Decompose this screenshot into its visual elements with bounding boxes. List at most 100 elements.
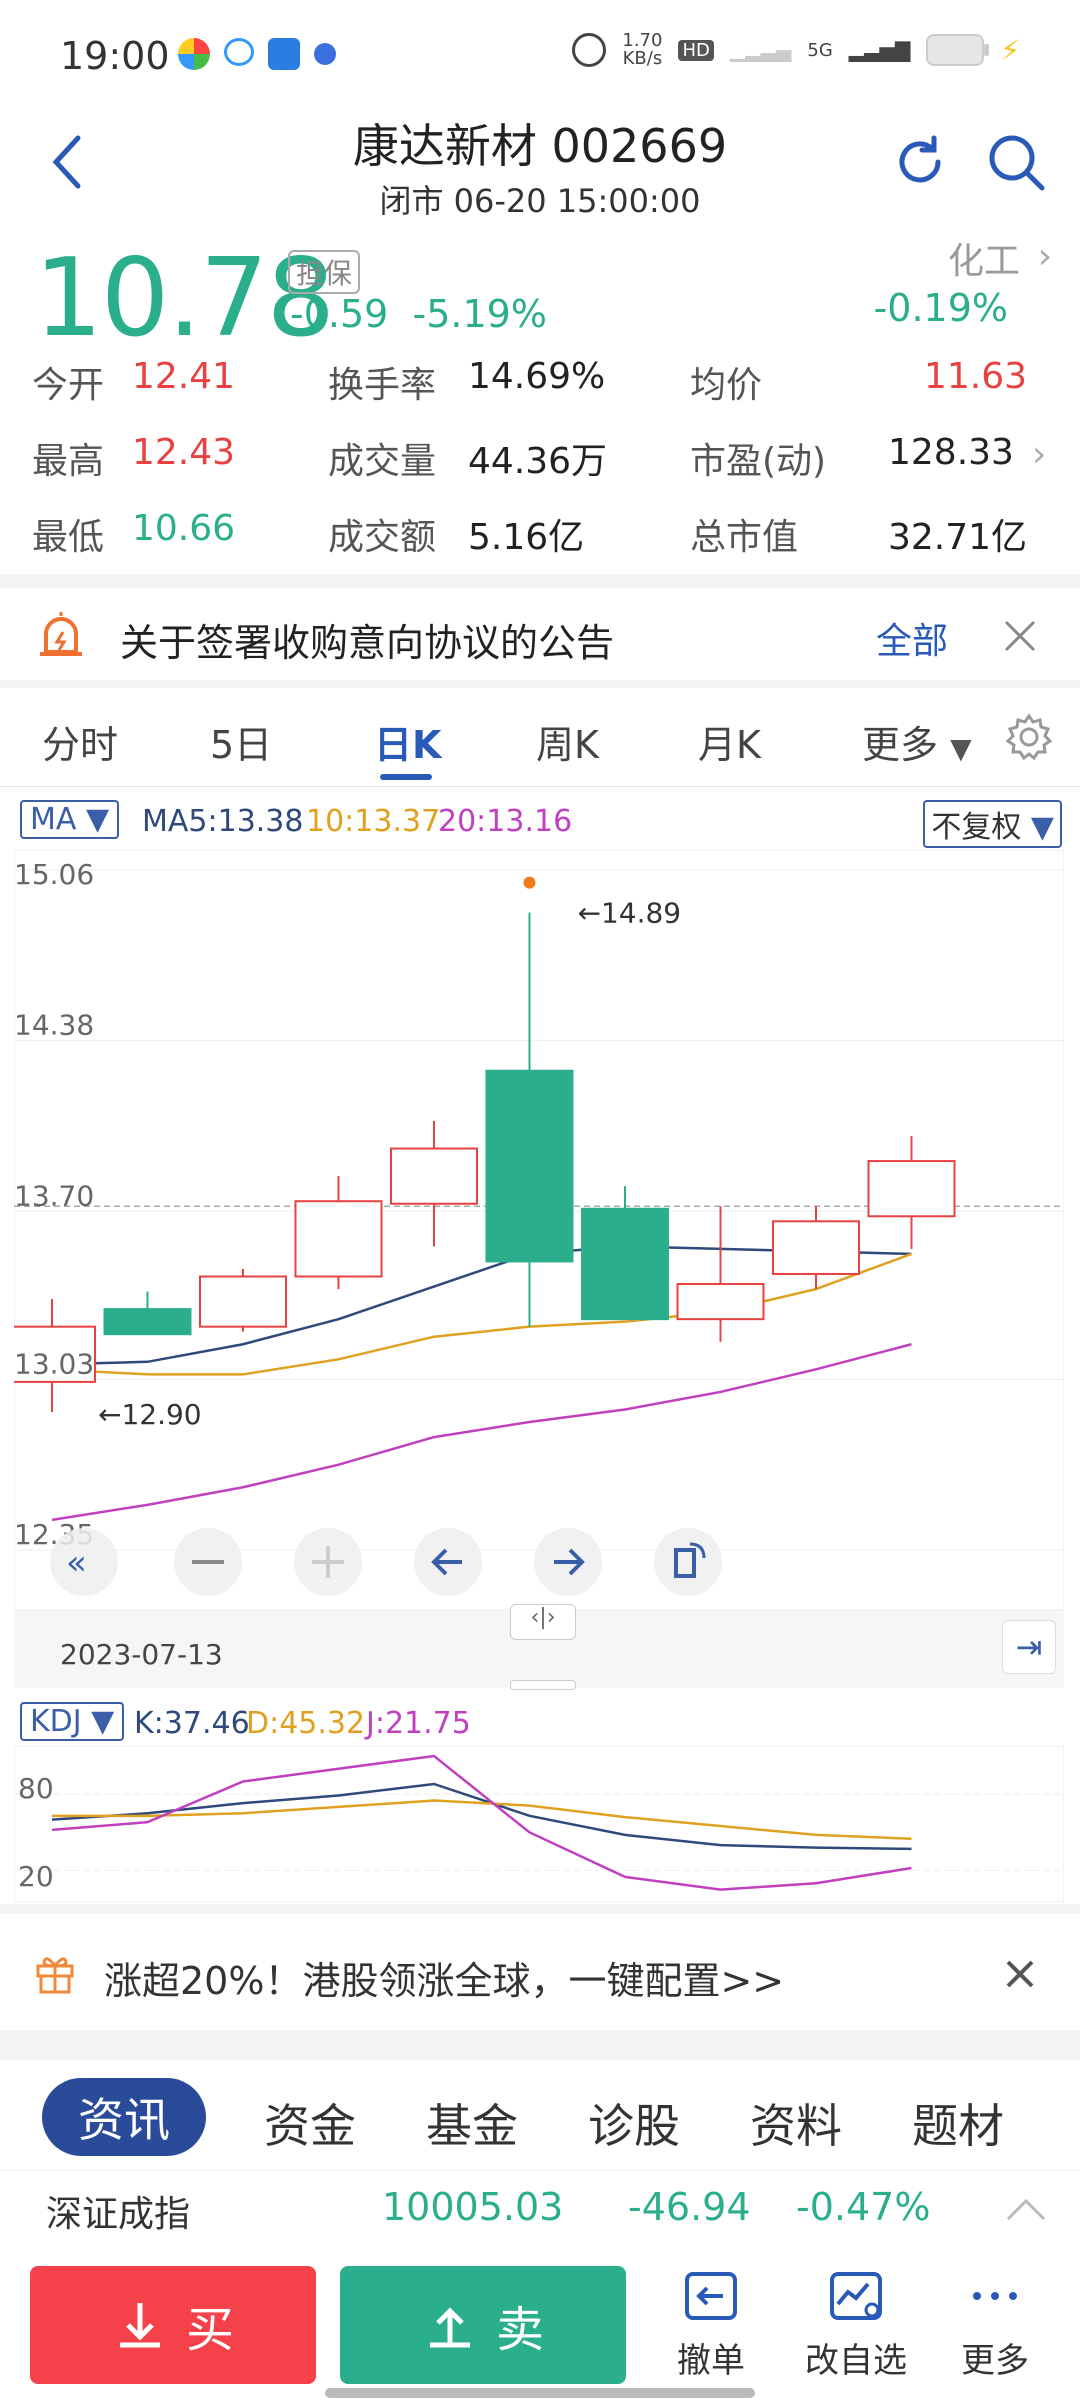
drag-handle-icon[interactable]: ‹|›: [510, 1604, 576, 1640]
change-percent: -5.19%: [412, 292, 547, 336]
more-label: 更多: [961, 2341, 1029, 2381]
candle-body: [676, 1283, 765, 1321]
tab-intraday[interactable]: 分时: [42, 714, 118, 769]
zoom-in-button[interactable]: [294, 1528, 362, 1596]
turnover-label: 换手率: [328, 365, 437, 406]
y-tick-label: 13.70: [14, 1179, 94, 1212]
chevron-right-icon[interactable]: ›: [1032, 434, 1046, 475]
sell-arrow-icon: [429, 2307, 470, 2348]
high-label: 最高: [32, 441, 105, 482]
candle-body: [390, 1147, 478, 1205]
notification-icons: [178, 38, 336, 70]
index-change: -46.94: [628, 2185, 751, 2229]
pan-left-button[interactable]: [414, 1528, 482, 1596]
more-button[interactable]: 更多: [940, 2268, 1050, 2382]
index-value: 10005.03: [382, 2185, 564, 2229]
trade-bar: 买 卖 撤单 改自选 更多: [0, 2250, 1080, 2400]
app-notification-icon: [178, 38, 210, 70]
stats-row: 最低 10.66 成交额 5.16亿 总市值 32.71亿: [0, 508, 1080, 578]
ma10-value: 10:13.37: [306, 804, 441, 839]
charging-icon: ⚡: [1000, 33, 1020, 67]
chat-icon: [224, 38, 254, 66]
cancel-order-button[interactable]: 撤单: [656, 2268, 766, 2382]
tab-themes[interactable]: 题材: [912, 2090, 1004, 2156]
close-icon[interactable]: [1002, 618, 1038, 654]
pan-right-button[interactable]: [534, 1528, 602, 1596]
chevron-up-icon[interactable]: [1004, 2195, 1048, 2223]
divider: [0, 680, 1080, 688]
kdj-tick-20: 20: [18, 1860, 54, 1893]
edit-watchlist-label: 改自选: [805, 2341, 907, 2381]
net-speed: 1.70 KB/s: [622, 32, 662, 68]
price-change: -0.59 -5.19%: [290, 292, 547, 336]
candle-body: [294, 1200, 383, 1278]
sector-name[interactable]: 化工: [948, 232, 1020, 284]
candlestick-chart[interactable]: ←14.89 ←12.90 15.0614.3813.7013.0312.35 …: [14, 850, 1064, 1610]
dropdown-triangle-icon: ▼: [950, 732, 972, 765]
buy-arrow-icon: [119, 2303, 160, 2348]
buy-button[interactable]: 买: [30, 2266, 316, 2384]
svg-text:«: «: [66, 1543, 87, 1583]
tab-funds[interactable]: 基金: [426, 2090, 518, 2156]
sell-button[interactable]: 卖: [340, 2266, 626, 2384]
tab-diagnosis[interactable]: 诊股: [588, 2090, 680, 2156]
tab-daily-k[interactable]: 日K: [374, 714, 441, 769]
sell-label: 卖: [495, 2302, 544, 2358]
tab-weekly-k[interactable]: 周K: [536, 714, 599, 769]
zoom-first-button[interactable]: «: [50, 1528, 118, 1596]
signal-bars-icon: ▂▃▅▇: [848, 38, 911, 62]
y-tick-label: 15.06: [14, 858, 94, 891]
settings-icon[interactable]: [1004, 712, 1054, 762]
max-marker: [523, 876, 536, 889]
tab-more[interactable]: 更多 ▼: [862, 714, 972, 769]
rotate-button[interactable]: [654, 1528, 722, 1596]
tab-news[interactable]: 资讯: [42, 2078, 206, 2156]
zoom-out-button[interactable]: [174, 1528, 242, 1596]
search-icon[interactable]: [986, 132, 1046, 192]
alarm-icon: [572, 33, 607, 67]
bank-icon: [268, 38, 300, 70]
pe-value: 128.33: [888, 432, 1014, 473]
status-time: 19:00: [60, 34, 170, 78]
edit-watchlist-button[interactable]: 改自选: [796, 2268, 916, 2382]
announcement-text[interactable]: 关于签署收购意向协议的公告: [120, 612, 614, 667]
kdj-d-value: D:45.32: [246, 1706, 366, 1741]
ma20-value: 20:13.16: [438, 804, 573, 839]
all-announcements-link[interactable]: 全部: [876, 612, 948, 664]
jump-latest-icon[interactable]: ⇥: [1002, 1620, 1056, 1674]
ma-select[interactable]: MA ▼: [20, 800, 120, 839]
indicator-select-label: KDJ: [30, 1704, 82, 1739]
tab-monthly-k[interactable]: 月K: [698, 714, 761, 769]
low-value: 10.66: [132, 508, 236, 549]
adjust-select-label: 不复权: [931, 810, 1022, 845]
close-icon[interactable]: [1004, 1958, 1036, 1990]
tab-5day[interactable]: 5日: [210, 714, 272, 769]
kdj-chart: 80 20: [14, 1746, 1064, 1902]
period-tabs: 分时 5日 日K 周K 月K 更多 ▼: [0, 690, 1080, 787]
promo-banner[interactable]: 涨超20%！港股领涨全球，一键配置>>: [0, 1920, 1080, 2030]
stock-header: 康达新材 002669 闭市 06-20 15:00:00: [0, 110, 1080, 220]
signal-weak-icon: ▁▂▃▄: [729, 38, 792, 62]
open-label: 今开: [32, 365, 105, 406]
adjust-select[interactable]: 不复权 ▼: [923, 800, 1062, 848]
info-tabs: 资讯 资金 基金 诊股 资料 题材: [0, 2070, 1080, 2170]
chevron-right-icon[interactable]: ›: [1038, 236, 1052, 277]
promo-text[interactable]: 涨超20%！港股领涨全球，一键配置>>: [104, 1950, 784, 2005]
tab-profile[interactable]: 资料: [750, 2090, 842, 2156]
gift-icon: [36, 1957, 74, 1994]
indicator-select[interactable]: KDJ ▼: [20, 1702, 125, 1741]
index-ticker[interactable]: 深证成指 10005.03 -46.94 -0.47%: [0, 2170, 1080, 2251]
battery-icon: [926, 34, 990, 66]
status-right: 1.70 KB/s HD ▁▂▃▄ 5G ▂▃▅▇ ⚡: [572, 32, 1020, 68]
divider: [0, 574, 1080, 588]
back-arrow-icon[interactable]: [48, 132, 88, 192]
candle-body: [772, 1220, 860, 1275]
announcement-bar[interactable]: 关于签署收购意向协议的公告 全部: [0, 588, 1080, 680]
resize-handle[interactable]: [510, 1680, 576, 1690]
cancel-order-label: 撤单: [677, 2341, 745, 2381]
more-dots-icon: [973, 2292, 1017, 2300]
tab-funds-flow[interactable]: 资金: [264, 2090, 356, 2156]
candle-body: [581, 1207, 669, 1321]
refresh-icon[interactable]: [890, 132, 950, 192]
high-value: 12.43: [132, 432, 236, 473]
